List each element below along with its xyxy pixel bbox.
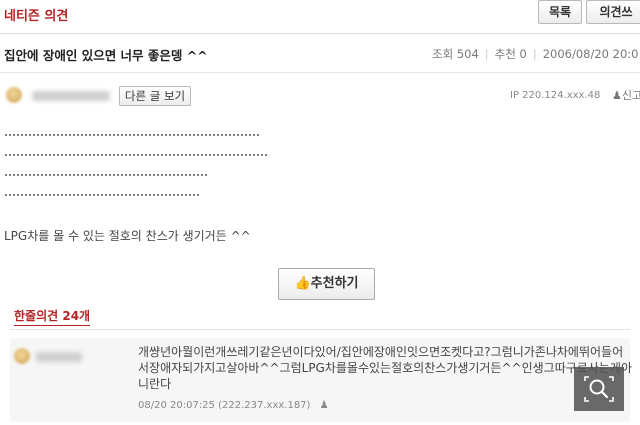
redacted-line xyxy=(4,154,269,156)
comment-meta-text: 08/20 20:07:25 (222.237.xxx.187) xyxy=(138,400,311,411)
comment-meta: 08/20 20:07:25 (222.237.xxx.187) ♟ xyxy=(138,400,329,411)
recommend-button[interactable]: 👍추천하기 xyxy=(278,268,375,300)
redacted-line xyxy=(4,174,207,176)
report-label: 신고 xyxy=(621,89,640,102)
title-divider xyxy=(0,72,640,73)
redacted-line xyxy=(4,134,259,136)
comment-avatar xyxy=(14,348,30,364)
header-divider xyxy=(0,33,640,34)
comment-text: 개썅년아뭘이런개쓰레기같은년이다있어/집안에장애인잇으면조켓다고?그럼니가존나차… xyxy=(138,345,633,391)
comment-author-name xyxy=(36,352,82,362)
comment-item: 개썅년아뭘이런개쓰레기같은년이다있어/집안에장애인잇으면조켓다고?그럼니가존나차… xyxy=(10,338,632,422)
person-icon: ♟ xyxy=(319,400,329,411)
views-count: 504 xyxy=(456,47,479,61)
redacted-line xyxy=(4,194,200,196)
avatar xyxy=(6,87,22,103)
views-label: 조회 xyxy=(432,47,454,61)
comments-header: 한줄의견 24개 xyxy=(14,307,91,326)
other-posts-button[interactable]: 다른 글 보기 xyxy=(119,86,191,106)
search-icon xyxy=(584,376,614,402)
person-icon: ♟ xyxy=(612,89,622,102)
post-meta: 조회 504 | 추천 0 | 2006/08/20 20:0 xyxy=(432,47,639,61)
post-date: 2006/08/20 20:0 xyxy=(542,47,639,61)
recommend-button-label: 추천하기 xyxy=(310,276,359,291)
thumbs-up-icon: 👍 xyxy=(294,276,311,291)
zoom-search-button[interactable] xyxy=(574,367,624,411)
report-link[interactable]: ♟신고 xyxy=(612,87,640,103)
comments-divider xyxy=(10,329,630,330)
section-title: 네티즌 의견 xyxy=(4,9,69,24)
write-opinion-button[interactable]: 의견쓰 xyxy=(586,0,640,24)
author-ip: IP 220.124.xxx.48 xyxy=(510,90,601,101)
recommend-count: 0 xyxy=(519,47,527,61)
author-name xyxy=(32,91,110,101)
post-title: 집안에 장애인 있으면 너무 좋은뎅 ^^ xyxy=(4,48,208,63)
recommend-label: 추천 xyxy=(494,47,516,61)
list-button[interactable]: 목록 xyxy=(538,0,582,24)
post-body: LPG차를 몰 수 있는 절호의 찬스가 생기거든 ^^ xyxy=(4,229,251,243)
